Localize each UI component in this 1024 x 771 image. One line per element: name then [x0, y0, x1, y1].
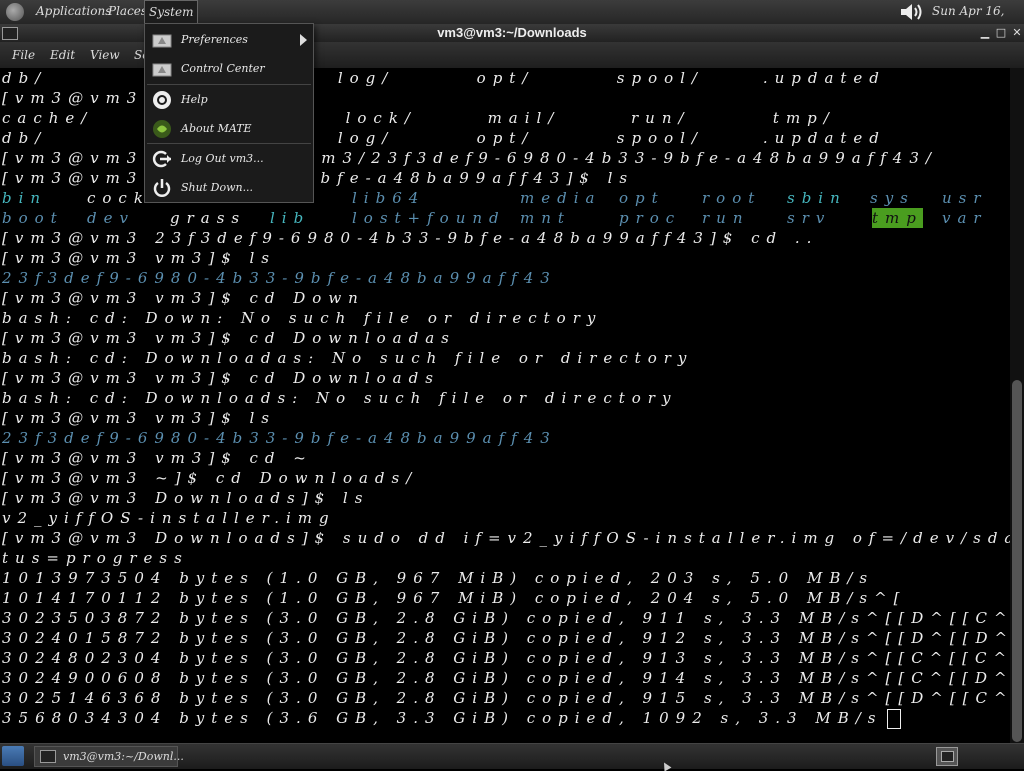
ls-entry: lib	[270, 209, 311, 227]
menu-item-help[interactable]: Help	[145, 85, 313, 113]
terminal-line: 3025146368 bytes (3.0 GB, 2.8 GiB) copie…	[2, 689, 1010, 707]
maximize-button[interactable]: □	[994, 26, 1008, 40]
taskbar-window-label: vm3@vm3:~/Downl...	[63, 750, 184, 763]
ls-entry: media	[520, 189, 602, 207]
power-icon	[153, 179, 171, 197]
log-out-icon	[152, 150, 171, 168]
terminal-line: bash: cd: Downloads: No such file or dir…	[2, 389, 678, 407]
terminal-line: 3023503872 bytes (3.0 GB, 2.8 GiB) copie…	[2, 609, 1010, 627]
ls-entry: cock	[87, 189, 150, 207]
ls-dir-entry: 23f3def9-6980-4b33-9bfe-a48ba99aff43	[2, 269, 557, 287]
terminal-line: 3024900608 bytes (3.0 GB, 2.8 GiB) copie…	[2, 669, 1010, 687]
workspace-thumbnail	[941, 751, 954, 762]
terminal-line: 1014170112 bytes (1.0 GB, 967 MiB) copie…	[2, 589, 907, 607]
ls-entry: mnt	[520, 209, 571, 227]
menu-view[interactable]: View	[90, 42, 120, 68]
panel-clock[interactable]: Sun Apr 16, 15:09	[932, 0, 1024, 40]
ls-entry: lib64	[352, 189, 426, 207]
ls-entry: opt	[619, 189, 665, 207]
bottom-panel: vm3@vm3:~/Downl...	[0, 743, 1024, 769]
show-desktop-button[interactable]	[2, 746, 24, 766]
terminal-line: 3024802304 bytes (3.0 GB, 2.8 GiB) copie…	[2, 649, 1010, 667]
terminal-scrollbar[interactable]	[1010, 68, 1024, 743]
menu-item-label: Preferences	[181, 33, 248, 46]
terminal-line: [vm3@vm3 vm3]$ cd ~	[2, 449, 313, 467]
terminal-line: [vm3@vm3 vm3]$ ls	[2, 409, 277, 427]
ls-entry: var	[942, 209, 988, 227]
ls-entry: srv	[787, 209, 832, 227]
terminal-line: bash: cd: Down: No such file or director…	[2, 309, 603, 327]
taskbar-window-button[interactable]: vm3@vm3:~/Downl...	[34, 746, 184, 767]
terminal-line: 1013973504 bytes (1.0 GB, 967 MiB) copie…	[2, 569, 875, 587]
ls-entry: sbin	[787, 189, 847, 207]
terminal-cursor	[886, 709, 901, 729]
ls-entry: proc	[619, 209, 682, 227]
top-panel: Applications Places System Sun Apr 16, 1…	[0, 0, 1024, 40]
terminal-line: [vm3@vm3 vm3]$ cd Downloads	[2, 369, 440, 387]
ls-entry-tmp: tmp	[872, 208, 923, 228]
menu-item-control-center[interactable]: Control Center	[145, 54, 313, 82]
ls-entry: sys	[870, 189, 915, 207]
terminal-line: [vm3@vm3 23f3def9-6980-4b33-9bfe-a48ba99…	[2, 229, 819, 247]
menu-item-preferences[interactable]: Preferences	[145, 25, 313, 53]
ls-entry: boot	[2, 209, 64, 227]
terminal-line: bash: cd: Downloadas: No such file or di…	[2, 349, 694, 367]
menu-item-label: About MATE	[181, 122, 252, 135]
ls-entry: root	[702, 189, 762, 207]
ls-entry: dev	[87, 209, 135, 227]
menu-item-shut-down[interactable]: Shut Down...	[145, 173, 313, 201]
terminal-line: [vm3@vm3 vm3]$ cd Downloadas	[2, 329, 456, 347]
terminal-line: [vm3@vm3 ~]$ cd Downloads/	[2, 469, 419, 487]
terminal-line: [vm3@vm3 vm3]$ cd Down	[2, 289, 365, 307]
distro-logo-icon[interactable]	[6, 3, 24, 21]
terminal-line: 3024015872 bytes (3.0 GB, 2.8 GiB) copie…	[2, 629, 1010, 647]
close-button[interactable]: ✕	[1010, 26, 1024, 40]
menu-item-label: Control Center	[181, 62, 265, 75]
system-dropdown-menu: Preferences Control Center Help About MA…	[144, 23, 314, 203]
terminal-line: [vm3@vm3 Downloads]$ ls	[2, 489, 370, 507]
terminal-line: tus=progress	[2, 549, 189, 567]
terminal-line: v2_yiffOS-installer.img	[2, 509, 336, 527]
about-mate-icon	[153, 120, 171, 138]
menu-item-log-out[interactable]: Log Out vm3...	[145, 144, 313, 172]
scrollbar-thumb[interactable]	[1012, 380, 1022, 742]
menu-item-label: Shut Down...	[181, 181, 254, 194]
minimize-button[interactable]: ▁	[978, 26, 992, 40]
ls-entry: grass	[170, 209, 247, 227]
workspace-switcher[interactable]	[936, 747, 958, 766]
menu-item-label: Help	[181, 93, 208, 106]
ls-dir-entry: 23f3def9-6980-4b33-9bfe-a48ba99aff43	[2, 429, 557, 447]
system-menu-button[interactable]: System	[144, 0, 199, 23]
help-icon	[153, 91, 171, 109]
menu-file[interactable]: File	[12, 42, 35, 68]
preferences-icon	[152, 34, 172, 48]
menu-item-label: Log Out vm3...	[181, 152, 264, 165]
ls-output-row: boot dev grass lib lost+found mnt proc r…	[2, 208, 1010, 228]
terminal-icon	[40, 750, 56, 763]
applications-menu[interactable]: Applications	[32, 0, 115, 22]
control-center-icon	[152, 63, 172, 77]
submenu-arrow-icon	[300, 34, 307, 46]
ls-entry: usr	[942, 189, 988, 207]
terminal-line: [vm3@vm3 Downloads]$ sudo dd if=v2_yiffO…	[2, 529, 1010, 547]
menu-item-about-mate[interactable]: About MATE	[145, 114, 313, 142]
ls-entry: run	[702, 209, 750, 227]
terminal-current-line: 3568034304 bytes (3.6 GB, 3.3 GiB) copie…	[2, 708, 1010, 729]
ls-entry: lost+found	[352, 209, 506, 227]
terminal-line: [vm3@vm3 vm3]$ ls	[2, 249, 277, 267]
ls-entry: bin	[2, 189, 48, 207]
terminal-line-text: 3568034304 bytes (3.6 GB, 3.3 GiB) copie…	[2, 709, 883, 727]
menu-edit[interactable]: Edit	[50, 42, 75, 68]
volume-icon[interactable]	[898, 1, 926, 23]
